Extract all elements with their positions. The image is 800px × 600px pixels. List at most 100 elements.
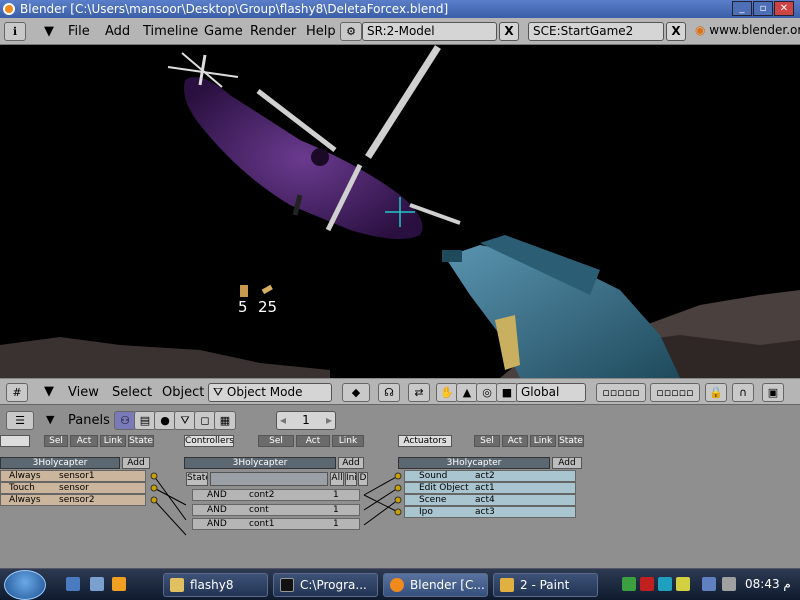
controllers-sel-button[interactable]: Sel	[258, 435, 294, 447]
volume-icon[interactable]	[722, 577, 736, 591]
shading-context-icon[interactable]: ●	[154, 411, 176, 430]
explorer-icon[interactable]	[90, 577, 104, 591]
sensors-state-button[interactable]: State	[128, 435, 154, 447]
actuator-row-1[interactable]: Sound act2	[404, 470, 576, 482]
actuators-state-button[interactable]: State	[558, 435, 584, 447]
sensors-object-name: 3Holycapter	[0, 457, 120, 469]
actuator-row-4[interactable]: Ipo act3	[404, 506, 576, 518]
editor-type-icon[interactable]: ☰	[6, 411, 34, 430]
task-blender[interactable]: Blender [C...	[383, 573, 488, 597]
shading-icon[interactable]: ◆	[342, 383, 370, 402]
layers-row-1-icon[interactable]: ▫▫▫▫▫	[596, 383, 646, 402]
actuator-row-3[interactable]: Scene act4	[404, 494, 576, 506]
mode-value: Object Mode	[226, 385, 303, 399]
screen-selector[interactable]: SR:2-Model	[362, 22, 497, 41]
scene-delete-button[interactable]: X	[666, 22, 686, 41]
menu-object[interactable]: Object	[162, 385, 204, 400]
media-player-icon[interactable]	[112, 577, 126, 591]
helicopter	[167, 45, 461, 239]
sensor-row-1[interactable]: Always sensor1	[0, 470, 146, 482]
game-scene	[0, 45, 800, 378]
menu-render[interactable]: Render	[250, 24, 296, 39]
sensor-row-3[interactable]: Always sensor2	[0, 494, 146, 506]
rotate-icon[interactable]: ◎	[476, 383, 498, 402]
mode-selector[interactable]: ⛛ Object Mode	[208, 383, 332, 402]
task-paint[interactable]: 2 - Paint	[493, 573, 598, 597]
maximize-button[interactable]: ▫	[753, 1, 773, 16]
tray-icon-3[interactable]	[658, 577, 672, 591]
close-window-button[interactable]: ✕	[774, 1, 794, 16]
screen-delete-button[interactable]: X	[499, 22, 519, 41]
menu-collapse-icon[interactable]: ▼	[44, 24, 54, 39]
frame-field[interactable]: ◂ 1 ▸	[276, 411, 336, 430]
clock[interactable]: 08:43 م	[745, 577, 791, 591]
rifle-ammo-count: 25	[258, 298, 278, 316]
start-button[interactable]	[4, 570, 46, 600]
orientation-selector[interactable]: Global	[516, 383, 586, 402]
grid-editor-icon[interactable]: #	[6, 383, 28, 402]
menu-add[interactable]: Add	[105, 24, 130, 39]
hand-icon[interactable]: ✋	[436, 383, 458, 402]
scene-selector[interactable]: SCE:StartGame2	[528, 22, 664, 41]
blender-logo-icon	[3, 3, 15, 15]
main-menu-bar: ℹ ▼ File Add Timeline Game Render Help ⚙…	[0, 18, 800, 45]
task-cmd[interactable]: C:\Progra...	[273, 573, 378, 597]
title-bar: Blender [C:\Users\mansoor\Desktop\Group\…	[0, 0, 800, 18]
header-collapse-icon[interactable]: ▼	[44, 384, 54, 399]
pivot-icon[interactable]: ☊	[378, 383, 400, 402]
lock-icon[interactable]: 🔒	[705, 383, 727, 402]
scene-name: SCE:StartGame2	[533, 24, 634, 38]
editing-context-icon[interactable]: ◻	[194, 411, 216, 430]
menu-game[interactable]: Game	[204, 24, 243, 39]
actuators-act-button[interactable]: Act	[502, 435, 528, 447]
menu-file[interactable]: File	[68, 24, 90, 39]
sensors-link-button[interactable]: Link	[100, 435, 126, 447]
object-context-icon[interactable]: ⛛	[174, 411, 196, 430]
windows-taskbar: flashy8 C:\Progra... Blender [C... 2 - P…	[0, 568, 800, 600]
tray-icon-4[interactable]	[676, 577, 690, 591]
actuators-link-button[interactable]: Link	[530, 435, 556, 447]
layers-row-2-icon[interactable]: ▫▫▫▫▫	[650, 383, 700, 402]
cmd-icon	[280, 578, 294, 592]
tray-icon-1[interactable]	[622, 577, 636, 591]
scene-context-icon[interactable]: ▦	[214, 411, 236, 430]
blender-url[interactable]: ◉ www.blender.org	[691, 22, 800, 41]
sensors-sel-button[interactable]: Sel	[44, 435, 68, 447]
info-editor-icon[interactable]: ℹ	[4, 22, 26, 41]
menu-select[interactable]: Select	[112, 385, 152, 400]
sensors-act-button[interactable]: Act	[70, 435, 98, 447]
panels-label: Panels	[68, 413, 110, 428]
network-icon[interactable]	[702, 577, 716, 591]
menu-timeline[interactable]: Timeline	[143, 24, 198, 39]
frame-value: 1	[302, 413, 310, 427]
menu-view[interactable]: View	[68, 385, 99, 400]
panel-collapse-icon[interactable]: ▼	[46, 413, 54, 426]
actuator-row-2[interactable]: Edit Object act1	[404, 482, 576, 494]
sensor-row-2[interactable]: Touch sensor	[0, 482, 146, 494]
scene-icon: ⚙	[340, 22, 362, 41]
window-title: Blender [C:\Users\mansoor\Desktop\Group\…	[20, 2, 449, 16]
task-flashy8[interactable]: flashy8	[163, 573, 268, 597]
minimize-button[interactable]: _	[732, 1, 752, 16]
actuators-sel-button[interactable]: Sel	[474, 435, 500, 447]
script-context-icon[interactable]: ▤	[134, 411, 156, 430]
logic-links	[150, 472, 402, 536]
show-desktop-icon[interactable]	[66, 577, 80, 591]
controllers-link-button[interactable]: Link	[332, 435, 364, 447]
tray-icon-2[interactable]	[640, 577, 654, 591]
pistol-ammo-count: 5	[238, 298, 248, 316]
actuators-title: Actuators	[398, 435, 452, 447]
player-rifle	[442, 235, 680, 378]
controllers-act-button[interactable]: Act	[296, 435, 330, 447]
render-icon[interactable]: ▣	[762, 383, 784, 402]
snap-icon[interactable]: ∩	[732, 383, 754, 402]
blender-icon	[390, 578, 404, 592]
logic-context-icon[interactable]: ⚇	[114, 411, 136, 430]
menu-help[interactable]: Help	[306, 24, 336, 39]
3d-viewport[interactable]	[0, 45, 800, 378]
manipulator-icon[interactable]: ⇄	[408, 383, 430, 402]
actuators-add-button[interactable]: Add	[552, 457, 582, 469]
translate-icon[interactable]: ▲	[456, 383, 478, 402]
scale-icon[interactable]: ■	[496, 383, 518, 402]
sensors-label-box	[0, 435, 30, 447]
